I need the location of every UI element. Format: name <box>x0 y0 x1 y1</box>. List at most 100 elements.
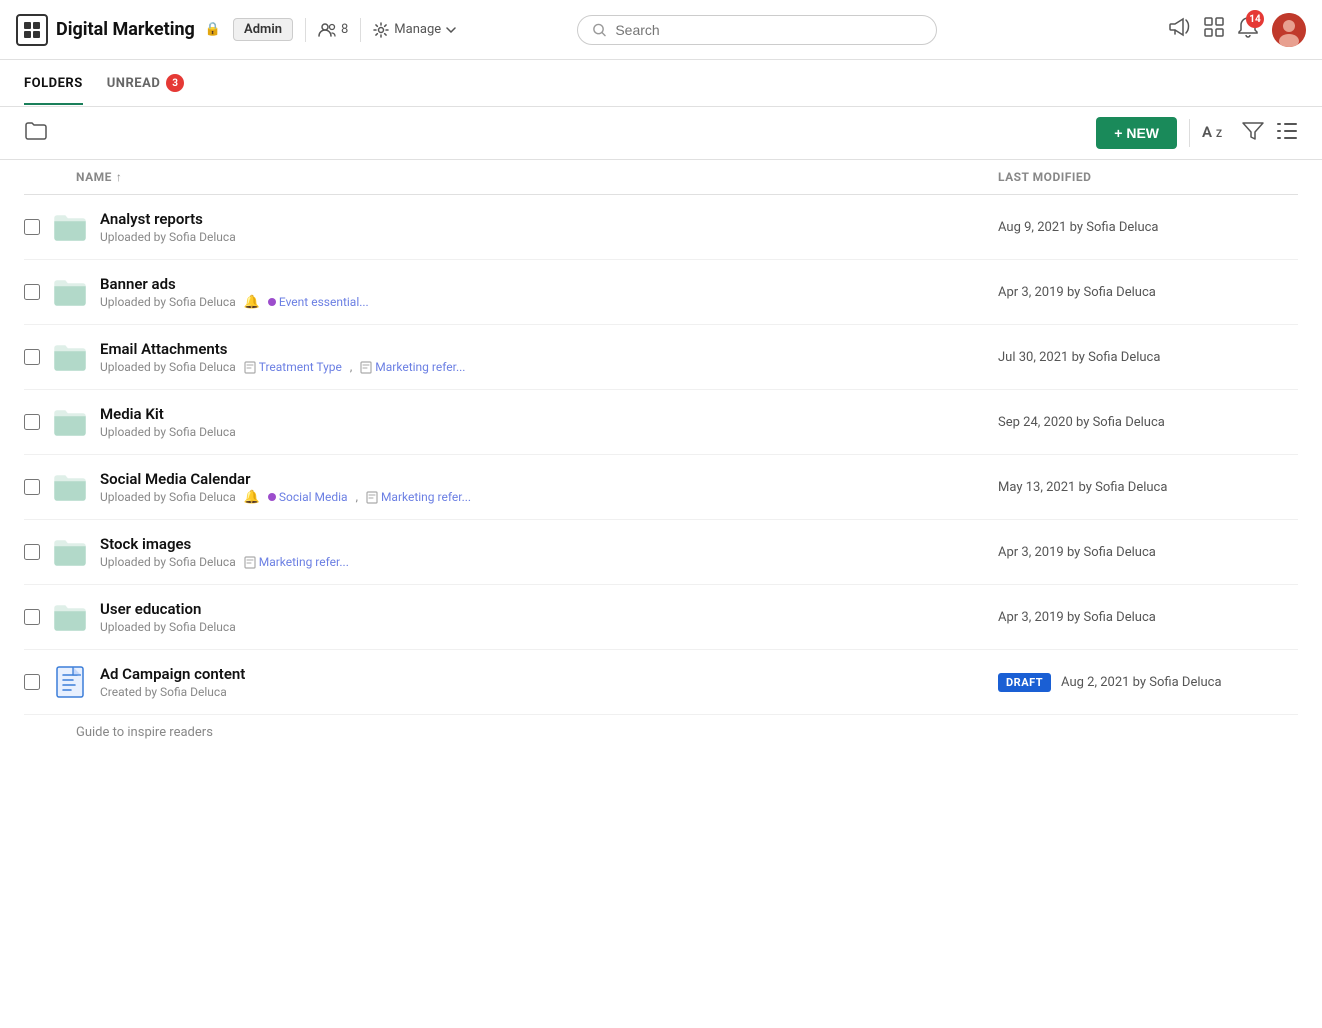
table-row[interactable]: Social Media Calendar Uploaded by Sofia … <box>24 455 1298 520</box>
row-checkbox[interactable] <box>24 219 40 235</box>
filter-button[interactable] <box>1242 121 1264 146</box>
header-actions: 14 <box>1168 13 1306 47</box>
table-header: NAME ↑ LAST MODIFIED <box>24 160 1298 195</box>
file-name[interactable]: Email Attachments <box>100 340 986 358</box>
file-name[interactable]: Stock images <box>100 535 986 553</box>
tag-doc-label[interactable]: Treatment Type <box>244 360 342 374</box>
search-input-wrap[interactable] <box>577 15 937 45</box>
file-name[interactable]: Media Kit <box>100 405 986 423</box>
tag-dot-label[interactable]: Social Media <box>268 490 348 504</box>
modified-cell: Apr 3, 2019 by Sofia Deluca <box>998 545 1298 560</box>
row-checkbox[interactable] <box>24 349 40 365</box>
table-row[interactable]: Email Attachments Uploaded by Sofia Delu… <box>24 325 1298 390</box>
manage-button[interactable]: Manage <box>373 22 456 38</box>
logo-icon <box>16 14 48 46</box>
file-info: User education Uploaded by Sofia Deluca <box>100 600 986 634</box>
tag-doc-label[interactable]: Marketing refer... <box>244 555 349 569</box>
file-icon <box>52 404 88 440</box>
members-button[interactable]: 8 <box>318 22 348 37</box>
workspace-logo: Digital Marketing 🔒 <box>16 14 221 46</box>
table-row[interactable]: Ad Campaign content Created by Sofia Del… <box>24 650 1298 715</box>
tab-unread-label: UNREAD <box>107 76 161 91</box>
megaphone-button[interactable] <box>1168 17 1190 42</box>
modified-date: May 13, 2021 by Sofia Deluca <box>998 480 1167 495</box>
row-checkbox[interactable] <box>24 479 40 495</box>
file-info: Email Attachments Uploaded by Sofia Delu… <box>100 340 986 374</box>
sort-button[interactable]: A Z <box>1202 120 1230 147</box>
modified-date: Jul 30, 2021 by Sofia Deluca <box>998 350 1160 365</box>
file-name[interactable]: Banner ads <box>100 275 986 293</box>
table-row[interactable]: Stock images Uploaded by Sofia Deluca Ma… <box>24 520 1298 585</box>
bell-icon: 🔔 <box>244 490 260 505</box>
uploader-text: Uploaded by Sofia Deluca <box>100 230 236 244</box>
lock-icon: 🔒 <box>205 22 221 37</box>
gear-icon <box>373 22 389 38</box>
manage-label: Manage <box>394 22 441 37</box>
file-meta: Uploaded by Sofia Deluca <box>100 620 986 634</box>
members-count: 8 <box>341 22 348 37</box>
view-toggle-button[interactable] <box>1276 122 1298 145</box>
file-info: Media Kit Uploaded by Sofia Deluca <box>100 405 986 439</box>
workspace-name: Digital Marketing <box>56 19 195 40</box>
modified-cell: Sep 24, 2020 by Sofia Deluca <box>998 415 1298 430</box>
tag-separator: , <box>356 490 358 504</box>
row-checkbox[interactable] <box>24 284 40 300</box>
notification-button[interactable]: 14 <box>1238 16 1258 43</box>
grid-button[interactable] <box>1204 17 1224 42</box>
modified-date: Aug 2, 2021 by Sofia Deluca <box>1061 675 1222 690</box>
header: Digital Marketing 🔒 Admin 8 Manage <box>0 0 1322 60</box>
header-divider-1 <box>305 18 306 42</box>
avatar[interactable] <box>1272 13 1306 47</box>
file-name[interactable]: User education <box>100 600 986 618</box>
file-name[interactable]: Analyst reports <box>100 210 986 228</box>
file-name[interactable]: Social Media Calendar <box>100 470 986 488</box>
toolbar: + NEW A Z <box>0 107 1322 160</box>
uploader-text: Uploaded by Sofia Deluca <box>100 555 236 569</box>
uploader-text: Uploaded by Sofia Deluca <box>100 425 236 439</box>
avatar-image <box>1272 13 1306 47</box>
tag-doc-label[interactable]: Marketing refer... <box>360 360 465 374</box>
file-icon <box>52 469 88 505</box>
search-icon <box>592 22 607 38</box>
unread-badge: 3 <box>166 74 184 92</box>
header-divider-2 <box>360 18 361 42</box>
tag-separator: , <box>350 360 352 374</box>
tab-folders[interactable]: FOLDERS <box>24 62 83 105</box>
file-name[interactable]: Ad Campaign content <box>100 665 986 683</box>
uploader-text: Uploaded by Sofia Deluca <box>100 620 236 634</box>
tag-doc-label[interactable]: Marketing refer... <box>366 490 471 504</box>
file-rows: Analyst reports Uploaded by Sofia Deluca… <box>24 195 1298 744</box>
row-checkbox[interactable] <box>24 609 40 625</box>
table-row[interactable]: User education Uploaded by Sofia Deluca … <box>24 585 1298 650</box>
table-row[interactable]: Analyst reports Uploaded by Sofia Deluca… <box>24 195 1298 260</box>
row-checkbox[interactable] <box>24 544 40 560</box>
admin-badge[interactable]: Admin <box>233 18 293 41</box>
tabs-bar: FOLDERS UNREAD 3 <box>0 60 1322 107</box>
table-row[interactable]: Banner ads Uploaded by Sofia Deluca 🔔 Ev… <box>24 260 1298 325</box>
folder-nav-icon[interactable] <box>24 121 48 146</box>
uploader-text: Uploaded by Sofia Deluca <box>100 360 236 374</box>
file-icon <box>52 274 88 310</box>
uploader-text: Uploaded by Sofia Deluca <box>100 295 236 309</box>
row-checkbox[interactable] <box>24 674 40 690</box>
tab-folders-label: FOLDERS <box>24 76 83 91</box>
tab-unread[interactable]: UNREAD 3 <box>107 60 185 106</box>
tag-dot-label[interactable]: Event essential... <box>268 295 369 309</box>
row-checkbox[interactable] <box>24 414 40 430</box>
col-name-header: NAME ↑ <box>76 170 998 184</box>
svg-text:Z: Z <box>1216 129 1222 140</box>
file-meta: Uploaded by Sofia Deluca <box>100 425 986 439</box>
table-row[interactable]: Media Kit Uploaded by Sofia Deluca Sep 2… <box>24 390 1298 455</box>
new-button[interactable]: + NEW <box>1096 117 1177 149</box>
file-icon <box>52 209 88 245</box>
file-meta: Uploaded by Sofia Deluca 🔔 Social Media,… <box>100 490 986 505</box>
file-icon <box>52 599 88 635</box>
modified-date: Apr 3, 2019 by Sofia Deluca <box>998 610 1156 625</box>
search-input[interactable] <box>615 22 922 38</box>
partial-row: Guide to inspire readers <box>24 715 1298 744</box>
modified-cell: May 13, 2021 by Sofia Deluca <box>998 480 1298 495</box>
file-info: Banner ads Uploaded by Sofia Deluca 🔔 Ev… <box>100 275 986 310</box>
file-meta: Uploaded by Sofia Deluca Marketing refer… <box>100 555 986 569</box>
search-bar <box>577 15 937 45</box>
modified-cell: Apr 3, 2019 by Sofia Deluca <box>998 285 1298 300</box>
